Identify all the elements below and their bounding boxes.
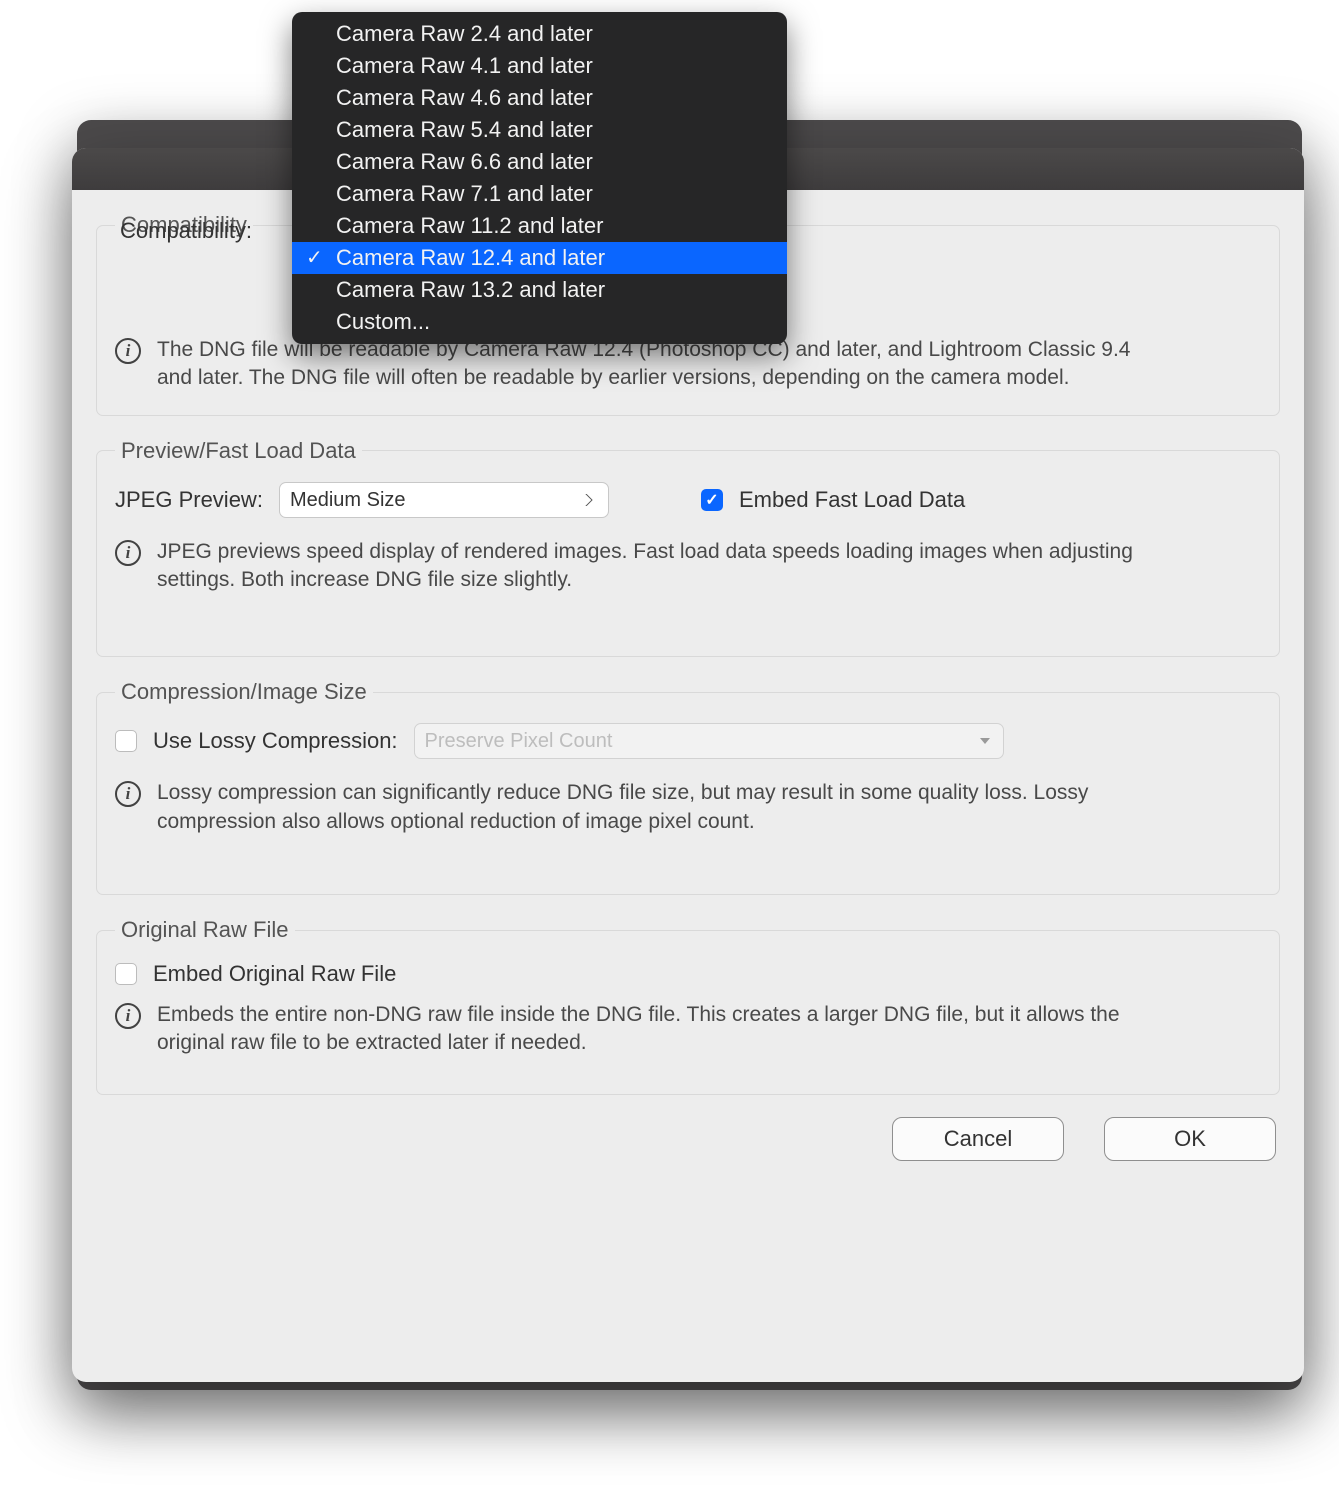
preview-row: JPEG Preview: Medium Size Embed Fast Loa… xyxy=(115,482,1261,518)
preview-legend: Preview/Fast Load Data xyxy=(115,438,362,464)
lossy-compression-label: Use Lossy Compression: xyxy=(153,728,398,754)
jpeg-preview-select-wrap: Medium Size xyxy=(279,482,609,518)
original-info-text: Embeds the entire non-DNG raw file insid… xyxy=(157,1001,1157,1058)
cancel-button[interactable]: Cancel xyxy=(892,1117,1064,1161)
compatibility-label: Compatibility: xyxy=(120,218,252,244)
ok-button[interactable]: OK xyxy=(1104,1117,1276,1161)
info-icon: i xyxy=(115,338,141,364)
embed-fast-load-label: Embed Fast Load Data xyxy=(739,487,965,513)
jpeg-preview-select[interactable]: Medium Size xyxy=(279,482,609,518)
menu-item[interactable]: Camera Raw 7.1 and later xyxy=(292,178,787,210)
menu-item[interactable]: Camera Raw 6.6 and later xyxy=(292,146,787,178)
compatibility-dropdown-menu[interactable]: Camera Raw 2.4 and laterCamera Raw 4.1 a… xyxy=(292,12,787,344)
compression-row: Use Lossy Compression: Preserve Pixel Co… xyxy=(115,723,1261,759)
original-legend: Original Raw File xyxy=(115,917,295,943)
dialog-button-row: Cancel OK xyxy=(96,1117,1280,1161)
pixel-count-select: Preserve Pixel Count xyxy=(414,723,1004,759)
spacer xyxy=(115,594,1261,634)
menu-item[interactable]: Camera Raw 5.4 and later xyxy=(292,114,787,146)
preview-info-text: JPEG previews speed display of rendered … xyxy=(157,538,1157,595)
embed-original-checkbox[interactable] xyxy=(115,963,137,985)
original-row: Embed Original Raw File xyxy=(115,961,1261,987)
lossy-compression-checkbox[interactable] xyxy=(115,730,137,752)
spacer xyxy=(115,836,1261,872)
compression-info-text: Lossy compression can significantly redu… xyxy=(157,779,1157,836)
menu-item[interactable]: Camera Raw 12.4 and later xyxy=(292,242,787,274)
spacer xyxy=(115,1058,1261,1072)
compatibility-info-text: The DNG file will be readable by Camera … xyxy=(157,336,1157,393)
preview-info-row: i JPEG previews speed display of rendere… xyxy=(115,538,1261,595)
menu-item[interactable]: Camera Raw 13.2 and later xyxy=(292,274,787,306)
menu-item[interactable]: Camera Raw 4.6 and later xyxy=(292,82,787,114)
jpeg-preview-label: JPEG Preview: xyxy=(115,487,263,513)
compression-info-row: i Lossy compression can significantly re… xyxy=(115,779,1261,836)
preview-group: Preview/Fast Load Data JPEG Preview: Med… xyxy=(96,438,1280,658)
original-info-row: i Embeds the entire non-DNG raw file ins… xyxy=(115,1001,1261,1058)
compatibility-row: Compatibility: xyxy=(120,218,252,244)
menu-item[interactable]: Custom... xyxy=(292,306,787,338)
compression-group: Compression/Image Size Use Lossy Compres… xyxy=(96,679,1280,895)
menu-item[interactable]: Camera Raw 11.2 and later xyxy=(292,210,787,242)
info-icon: i xyxy=(115,1003,141,1029)
original-group: Original Raw File Embed Original Raw Fil… xyxy=(96,917,1280,1095)
menu-item[interactable]: Camera Raw 2.4 and later xyxy=(292,18,787,50)
info-icon: i xyxy=(115,781,141,807)
menu-item[interactable]: Camera Raw 4.1 and later xyxy=(292,50,787,82)
pixel-count-select-wrap: Preserve Pixel Count xyxy=(414,723,1004,759)
compression-legend: Compression/Image Size xyxy=(115,679,373,705)
compatibility-info-row: i The DNG file will be readable by Camer… xyxy=(115,336,1261,393)
info-icon: i xyxy=(115,540,141,566)
embed-fast-load-checkbox[interactable] xyxy=(701,489,723,511)
embed-original-label: Embed Original Raw File xyxy=(153,961,396,987)
